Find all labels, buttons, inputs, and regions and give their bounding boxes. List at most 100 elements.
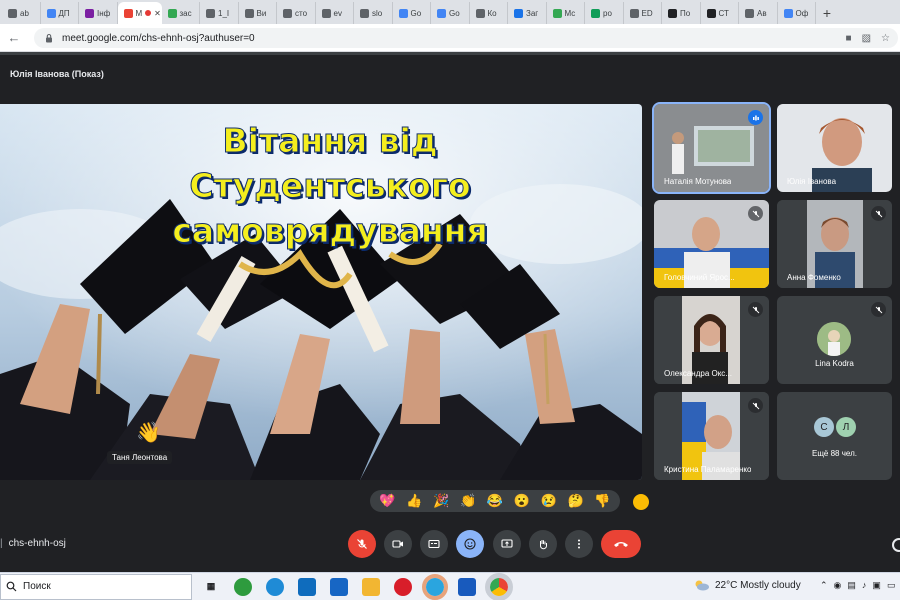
close-tab-icon[interactable]: ✕ — [154, 9, 161, 18]
participant-tile[interactable]: Кристина Паламаренко — [654, 392, 769, 480]
mail-icon[interactable] — [330, 577, 348, 596]
more-participants-tile[interactable]: С Л Ещё 88 чел. — [777, 392, 892, 480]
participant-tile[interactable]: Анна Фоменко — [777, 200, 892, 288]
microphone-toggle-button[interactable] — [348, 530, 376, 558]
muted-mic-icon — [748, 206, 763, 221]
tray-volume-icon[interactable]: ♪ — [862, 580, 867, 591]
tab-label: 1_І — [218, 8, 230, 18]
browser-tab[interactable]: Ко — [470, 2, 508, 24]
taskbar-search-box[interactable]: Поиск — [0, 573, 192, 600]
telegram-icon[interactable] — [422, 573, 448, 600]
browser-tab[interactable]: ро — [585, 2, 624, 24]
speaking-indicator-icon — [748, 110, 763, 125]
reaction-button[interactable]: 👏 — [460, 493, 476, 509]
leave-call-button[interactable] — [601, 530, 641, 558]
tab-favicon-icon — [283, 8, 292, 18]
tab-favicon-icon — [85, 8, 94, 18]
raised-hand-name: Таня Леонтова — [107, 451, 173, 464]
word-icon[interactable] — [458, 577, 476, 596]
bookmark-icon[interactable]: ☆ — [881, 33, 890, 44]
address-bar[interactable]: meet.google.com/chs-ehnh-osj?authuser=0 … — [34, 28, 898, 48]
browser-tab[interactable]: Інф — [79, 2, 118, 24]
xbox-app-icon[interactable] — [234, 577, 252, 596]
raise-hand-button[interactable] — [529, 530, 557, 558]
reaction-button[interactable]: 👎 — [594, 493, 610, 509]
edge-icon[interactable] — [266, 577, 284, 596]
opera-icon[interactable] — [394, 577, 412, 596]
tab-label: СТ — [718, 8, 729, 18]
tab-label: ev — [333, 8, 342, 18]
reactions-button[interactable] — [456, 530, 484, 558]
browser-tab[interactable]: СТ — [701, 2, 739, 24]
reaction-button[interactable]: 🎉 — [433, 493, 449, 509]
raised-hand-icon: 👋 — [136, 422, 161, 444]
slide-title-line-2: Студентського — [189, 166, 471, 206]
tab-label: ab — [20, 8, 29, 18]
tray-battery-icon[interactable]: ▭ — [887, 580, 896, 591]
task-view-icon[interactable]: ▦ — [202, 578, 220, 596]
meeting-details-icon[interactable] — [892, 538, 900, 552]
captions-button[interactable] — [420, 530, 448, 558]
participant-tile[interactable]: Наталія Мотунова — [652, 102, 771, 194]
camera-toggle-button[interactable] — [384, 530, 412, 558]
browser-tab[interactable]: ev — [316, 2, 354, 24]
tab-favicon-icon — [398, 8, 408, 18]
more-options-button[interactable] — [565, 530, 593, 558]
browser-tab[interactable]: Ав — [739, 2, 778, 24]
tab-label: Go — [449, 8, 460, 18]
browser-tab[interactable]: Мс — [547, 2, 585, 24]
camera-indicator-icon[interactable]: ■ — [846, 33, 852, 44]
browser-tab[interactable]: По — [662, 2, 701, 24]
tab-favicon-icon — [437, 8, 446, 18]
participant-tile[interactable]: Головчиний Ярос... — [654, 200, 769, 288]
tab-favicon-icon — [552, 8, 562, 18]
browser-tab[interactable]: М ✕ — [117, 2, 162, 24]
browser-tab[interactable]: сто — [277, 2, 316, 24]
browser-tab[interactable]: зас — [162, 2, 200, 24]
reaction-button[interactable]: 👍 — [406, 493, 422, 509]
browser-tab[interactable]: slo — [354, 2, 393, 24]
participant-tile[interactable]: Lina Kodra — [777, 296, 892, 384]
translate-icon[interactable]: ▧ — [862, 33, 871, 44]
new-tab-button[interactable]: + — [816, 2, 838, 24]
tab-favicon-icon — [706, 8, 716, 18]
reaction-button[interactable]: 😮 — [514, 493, 530, 509]
participant-tile[interactable]: Олександра Окс... — [654, 296, 769, 384]
reaction-button[interactable]: 😢 — [541, 493, 557, 509]
tab-favicon-icon — [475, 8, 485, 18]
reaction-button[interactable]: 🤔 — [567, 493, 583, 509]
presentation-stage[interactable]: Вітання від Студентського самоврядування… — [0, 104, 642, 480]
browser-tab[interactable]: Оф — [778, 2, 816, 24]
weather-widget[interactable]: 22°C Mostly cloudy — [694, 579, 801, 591]
lock-icon — [46, 34, 52, 43]
reaction-skin-tone-button[interactable] — [633, 494, 649, 510]
tray-chevron-icon[interactable]: ⌃ — [820, 580, 828, 591]
slide-title: Вітання від Студентського самоврядування — [160, 118, 500, 253]
meeting-code: | chs-ehnh-osj — [0, 538, 66, 549]
browser-tab[interactable]: 1_І — [200, 2, 239, 24]
present-now-button[interactable] — [493, 530, 521, 558]
tab-label: сто — [295, 8, 308, 18]
store-icon[interactable] — [298, 577, 316, 596]
reaction-button[interactable]: 😂 — [487, 493, 503, 509]
browser-tab[interactable]: Go — [431, 2, 470, 24]
reaction-button[interactable]: 💖 — [379, 493, 395, 509]
more-participants-label: Ещё 88 чел. — [812, 449, 857, 458]
participant-tile[interactable]: Юлія Іванова — [777, 104, 892, 192]
browser-tab[interactable]: Go — [393, 2, 431, 24]
participant-avatar: Л — [836, 417, 856, 437]
tab-label: ДП — [58, 8, 70, 18]
browser-tab[interactable]: ED — [624, 2, 662, 24]
tab-favicon-icon — [783, 8, 793, 18]
browser-tab[interactable]: Ви — [239, 2, 277, 24]
back-icon[interactable]: ← — [4, 30, 24, 45]
browser-tab[interactable]: ДП — [41, 2, 79, 24]
browser-tab[interactable]: ab — [2, 2, 41, 24]
browser-tab[interactable]: Заг — [508, 2, 547, 24]
tray-display-icon[interactable]: ▣ — [872, 580, 881, 591]
file-explorer-icon[interactable] — [362, 577, 380, 596]
chrome-icon[interactable] — [485, 572, 513, 600]
tray-app-icon[interactable]: ◉ — [834, 580, 842, 591]
participant-name: Юлія Іванова — [787, 177, 837, 186]
tray-network-icon[interactable]: ▤ — [847, 580, 856, 591]
